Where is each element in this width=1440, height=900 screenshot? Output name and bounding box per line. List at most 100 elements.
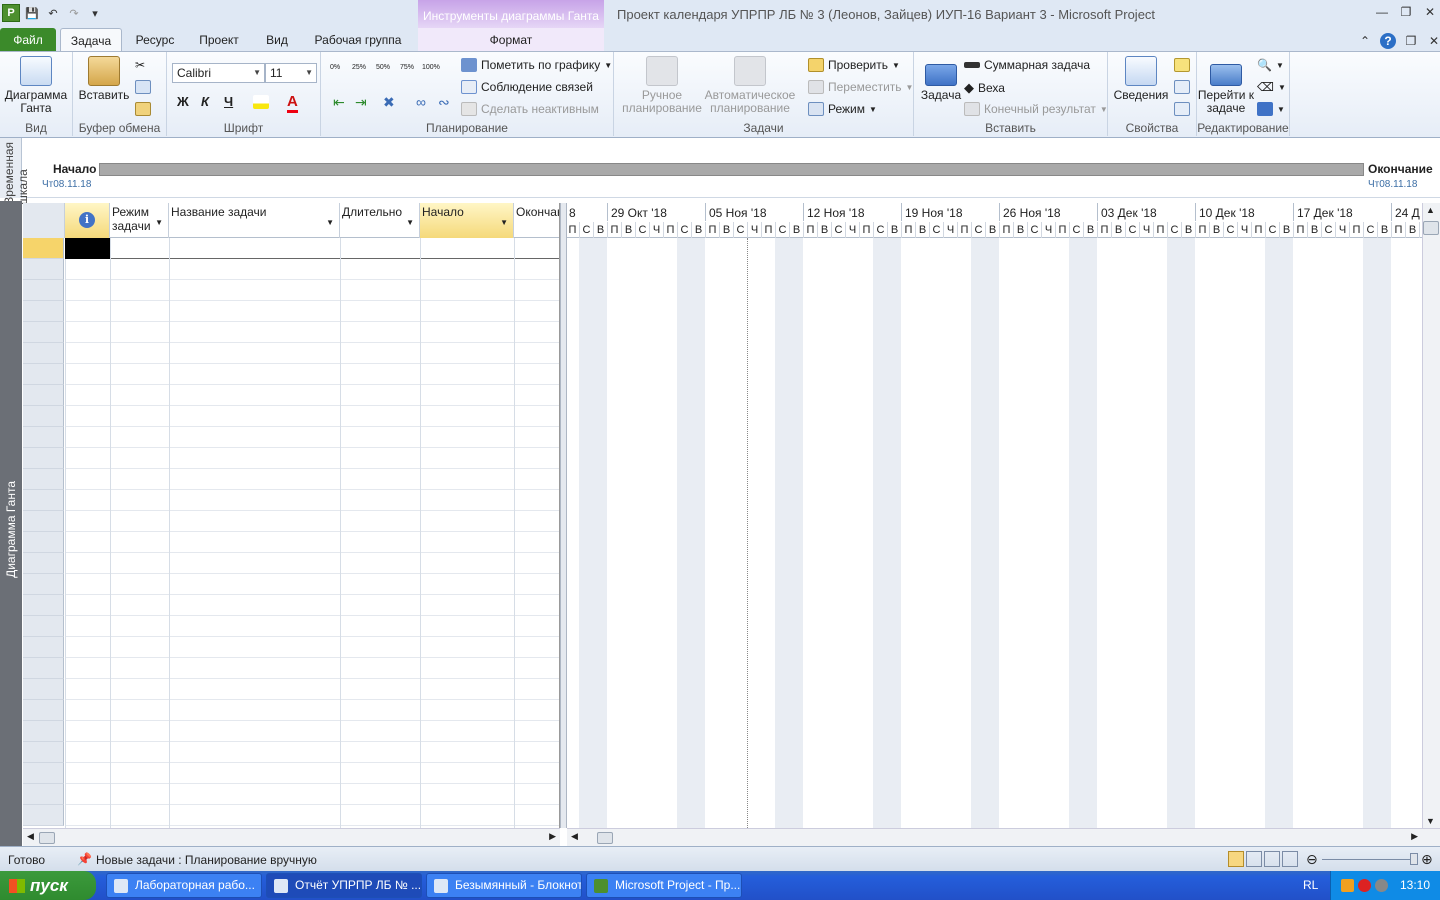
indicators-column-header[interactable]: i <box>65 203 110 238</box>
customize-qat-icon[interactable]: ▾ <box>86 4 104 22</box>
pct-0-button[interactable]: 0% <box>330 64 340 71</box>
mark-on-track-button[interactable]: Пометить по графику ▼ <box>461 58 612 72</box>
notes-button[interactable] <box>1174 58 1190 72</box>
split-task-button[interactable]: ✖ <box>383 94 395 111</box>
summary-task-button[interactable]: Суммарная задача <box>964 58 1090 72</box>
timeline-side-tab[interactable]: Временная шкала <box>0 138 30 205</box>
redo-icon[interactable]: ↷ <box>65 4 83 22</box>
tab-format[interactable]: Формат <box>418 28 604 52</box>
details-button[interactable] <box>1174 80 1190 94</box>
team-planner-shortcut-icon[interactable] <box>1264 851 1280 867</box>
help-icon[interactable]: ? <box>1380 33 1396 49</box>
row-header[interactable] <box>23 469 64 490</box>
tab-team[interactable]: Рабочая группа <box>308 28 408 52</box>
row-header[interactable] <box>23 784 64 805</box>
tab-resource[interactable]: Ресурс <box>128 28 182 52</box>
row-header[interactable] <box>23 700 64 721</box>
duration-column-header[interactable]: Длительно ▼ <box>340 203 420 238</box>
select-all-corner[interactable] <box>23 203 65 238</box>
scroll-right-icon[interactable]: ▶ <box>549 831 556 842</box>
vertical-scrollbar[interactable]: ▲ ▼ <box>1422 203 1440 828</box>
task-usage-shortcut-icon[interactable] <box>1246 851 1262 867</box>
row-header[interactable] <box>23 301 64 322</box>
taskbar-item-project[interactable]: Microsoft Project - Пр... <box>586 873 742 898</box>
row-header[interactable] <box>23 574 64 595</box>
zoom-slider-thumb[interactable] <box>1410 853 1418 865</box>
unlink-tasks-button[interactable]: ∾ <box>438 94 450 111</box>
paste-button[interactable]: Вставить <box>77 56 131 102</box>
row-header[interactable] <box>23 595 64 616</box>
auto-schedule-button[interactable]: Автоматическое планирование <box>704 56 796 115</box>
scroll-left-icon[interactable]: ◀ <box>27 831 34 842</box>
cut-button[interactable]: ✂ <box>135 58 145 72</box>
row-header[interactable] <box>23 658 64 679</box>
zoom-slider-track[interactable] <box>1322 859 1414 860</box>
gantt-hscrollbar[interactable]: ◀ ▶ <box>567 828 1422 846</box>
tab-project[interactable]: Проект <box>192 28 246 52</box>
row-header[interactable] <box>23 511 64 532</box>
row-header[interactable] <box>23 259 64 280</box>
tab-view[interactable]: Вид <box>256 28 298 52</box>
row-header[interactable] <box>23 343 64 364</box>
row-header[interactable] <box>23 616 64 637</box>
task-name-column-header[interactable]: Название задачи ▼ <box>169 203 340 238</box>
pct-75-button[interactable]: 75% <box>400 64 414 71</box>
indent-button[interactable]: ⇥ <box>355 94 367 111</box>
respect-links-button[interactable]: Соблюдение связей <box>461 80 593 94</box>
highlight-color-button[interactable] <box>253 95 269 109</box>
scroll-right-icon[interactable]: ▶ <box>1411 831 1418 842</box>
clear-button[interactable]: ⌫ ▼ <box>1257 80 1286 94</box>
scroll-up-icon[interactable]: ▲ <box>1426 205 1435 215</box>
row-header[interactable] <box>23 238 64 259</box>
tab-task[interactable]: Задача <box>60 28 122 52</box>
row-header[interactable] <box>23 532 64 553</box>
milestone-button[interactable]: ◆ Веха <box>964 80 1005 96</box>
task-sheet-hscroll-thumb[interactable] <box>39 832 55 844</box>
font-name-combo[interactable]: Calibri ▼ <box>172 63 265 83</box>
information-button[interactable]: Сведения <box>1112 56 1170 102</box>
mode-button[interactable]: Режим ▼ <box>808 102 877 116</box>
manual-schedule-button[interactable]: Ручное планирование <box>618 56 706 115</box>
task-sheet[interactable]: i Режим задачи ▼ Название задачи ▼ Длитель… <box>23 203 560 828</box>
move-button[interactable]: Переместить ▼ <box>808 80 913 94</box>
language-indicator[interactable]: RL <box>1303 878 1318 892</box>
taskbar-item-lab-report[interactable]: Лабораторная рабо... <box>106 873 262 898</box>
doc-close-icon[interactable]: ✕ <box>1426 33 1440 49</box>
save-icon[interactable]: 💾 <box>23 4 41 22</box>
undo-icon[interactable]: ↶ <box>44 4 62 22</box>
row-header[interactable] <box>23 280 64 301</box>
row-header[interactable] <box>23 385 64 406</box>
insert-task-button[interactable]: Задача <box>916 56 966 102</box>
find-button[interactable]: 🔍 ▼ <box>1257 58 1284 72</box>
start-column-header[interactable]: Начало ▼ <box>420 203 514 238</box>
active-cell[interactable] <box>65 238 110 259</box>
row-header[interactable] <box>23 763 64 784</box>
scroll-left-icon[interactable]: ◀ <box>571 831 578 842</box>
row-header[interactable] <box>23 322 64 343</box>
outdent-button[interactable]: ⇤ <box>333 94 345 111</box>
row-header[interactable] <box>23 427 64 448</box>
tab-file[interactable]: Файл <box>0 28 56 52</box>
start-button[interactable]: пуск <box>0 871 96 900</box>
row-header[interactable] <box>23 742 64 763</box>
gantt-chart[interactable]: 8 П С В 29 Окт '18 П В С Ч П С В 05 Ноя '18 П В С Ч П С В 12… <box>567 203 1422 828</box>
taskbar-item-report[interactable]: Отчёт УПРПР ЛБ № ... <box>266 873 422 898</box>
link-tasks-button[interactable]: ∞ <box>416 94 426 110</box>
task-sheet-hscrollbar[interactable]: ◀ ▶ <box>23 828 560 846</box>
row-header[interactable] <box>23 679 64 700</box>
minimize-icon[interactable]: — <box>1374 4 1390 20</box>
underline-button[interactable]: Ч <box>224 94 233 109</box>
copy-button[interactable] <box>135 80 151 94</box>
timeline-bar[interactable] <box>99 163 1364 176</box>
new-tasks-mode[interactable]: Новые задачи : Планирование вручную <box>96 853 317 867</box>
inspect-button[interactable]: Проверить ▼ <box>808 58 900 72</box>
restore-icon[interactable]: ❐ <box>1398 4 1414 20</box>
collapse-ribbon-icon[interactable]: ⌃ <box>1357 33 1373 49</box>
row-header[interactable] <box>23 406 64 427</box>
row-header[interactable] <box>23 637 64 658</box>
gantt-view-shortcut-icon[interactable] <box>1228 851 1244 867</box>
scroll-to-task-button[interactable]: Перейти к задаче <box>1197 56 1255 115</box>
inactivate-button[interactable]: Сделать неактивным <box>461 102 599 116</box>
vertical-scroll-thumb[interactable] <box>1423 221 1439 235</box>
gantt-hscroll-thumb[interactable] <box>597 832 613 844</box>
